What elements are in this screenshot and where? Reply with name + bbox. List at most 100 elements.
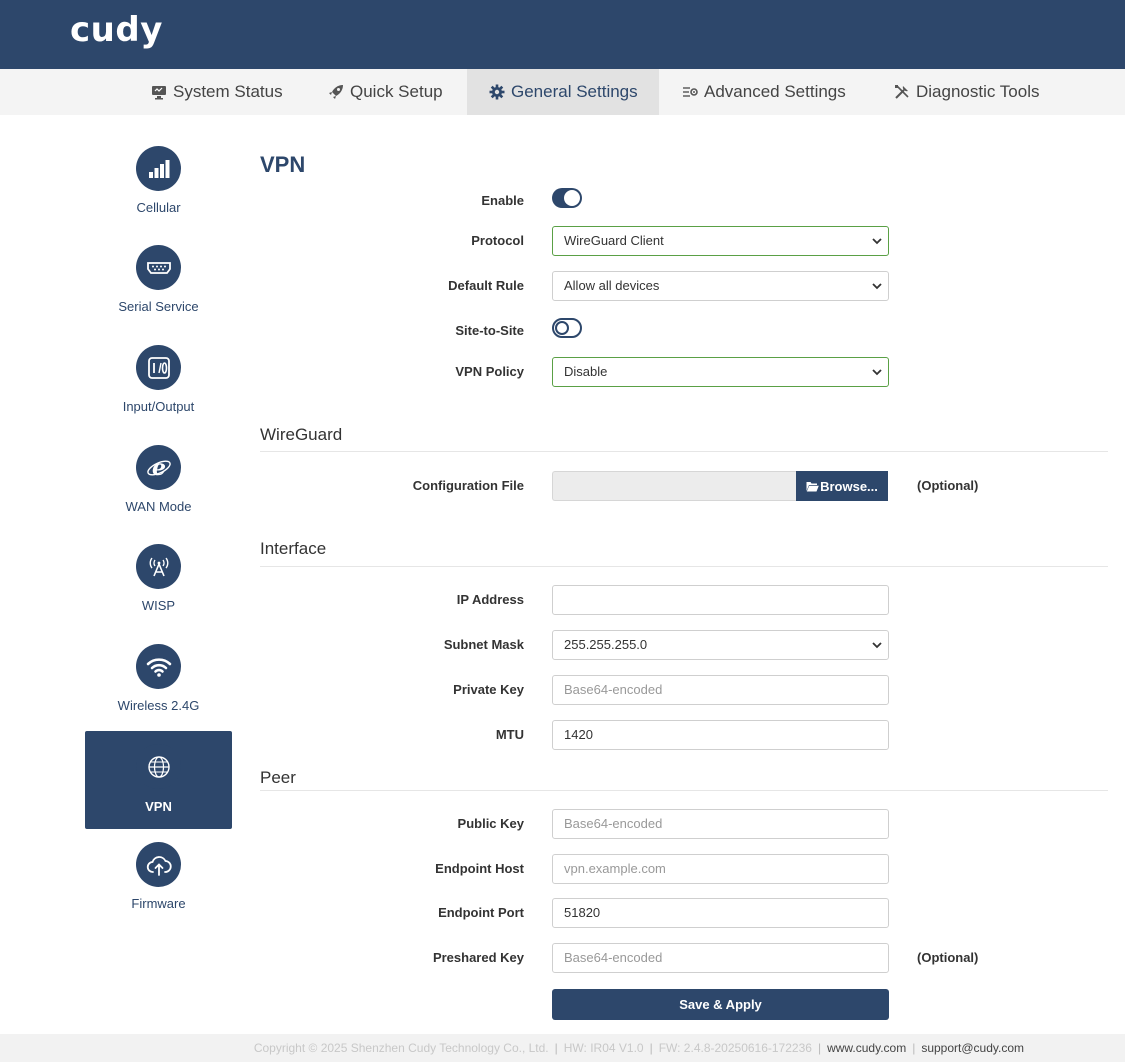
vpn-policy-value: Disable <box>564 364 608 379</box>
footer-separator: | <box>912 1041 916 1055</box>
chevron-down-icon <box>872 238 882 245</box>
sidebar-item-input-output[interactable]: Input/Output <box>85 331 232 429</box>
footer-email-link[interactable]: support@cudy.com <box>921 1041 1024 1055</box>
divider <box>260 451 1108 452</box>
nav-label: Diagnostic Tools <box>916 82 1040 101</box>
default-rule-label: Default Rule <box>448 278 524 293</box>
sidebar-item-label: Firmware <box>131 896 186 911</box>
nav-label: System Status <box>173 82 283 101</box>
mtu-input[interactable]: 1420 <box>552 720 889 750</box>
sidebar-item-label: Serial Service <box>118 299 199 314</box>
ip-address-input[interactable] <box>552 585 889 615</box>
protocol-select[interactable]: WireGuard Client <box>552 226 889 256</box>
endpoint-host-label: Endpoint Host <box>435 861 524 876</box>
footer-separator: | <box>817 1041 822 1055</box>
nav-advanced-settings[interactable]: Advanced Settings <box>668 69 860 115</box>
config-file-label: Configuration File <box>412 478 524 493</box>
chevron-down-icon <box>872 642 882 649</box>
signal-bars-icon <box>136 146 181 191</box>
sidebar-item-serial-service[interactable]: Serial Service <box>85 231 232 329</box>
protocol-value: WireGuard Client <box>564 233 664 248</box>
endpoint-host-input[interactable]: vpn.example.com <box>552 854 889 884</box>
footer-website-link[interactable]: www.cudy.com <box>827 1041 906 1055</box>
io-icon <box>136 345 181 390</box>
footer-separator: | <box>649 1041 653 1055</box>
preshared-key-input[interactable]: Base64-encoded <box>552 943 889 973</box>
nav-diagnostic-tools[interactable]: Diagnostic Tools <box>880 69 1053 115</box>
protocol-label: Protocol <box>471 233 524 248</box>
sidebar-item-label: Wireless 2.4G <box>117 698 200 713</box>
config-file-field[interactable] <box>552 471 796 501</box>
footer-copyright: Copyright © 2025 Shenzhen Cudy Technolog… <box>253 1041 549 1055</box>
sidebar-item-vpn[interactable]: VPN <box>85 731 232 829</box>
nav-quick-setup[interactable]: Quick Setup <box>314 69 457 115</box>
nav-label: Advanced Settings <box>704 82 846 101</box>
interface-section-title: Interface <box>260 539 327 558</box>
site-to-site-toggle[interactable] <box>552 318 582 338</box>
subnet-mask-label: Subnet Mask <box>443 637 524 652</box>
sliders-gear-icon <box>682 84 698 100</box>
sidebar-item-cellular[interactable]: Cellular <box>85 132 232 230</box>
private-key-input[interactable]: Base64-encoded <box>552 675 889 705</box>
divider <box>260 566 1108 567</box>
footer-separator: | <box>554 1041 558 1055</box>
sidebar-item-wan-mode[interactable]: e WAN Mode <box>85 431 232 529</box>
sidebar-item-label: Cellular <box>136 200 181 215</box>
divider <box>260 790 1108 791</box>
browse-label: Browse... <box>820 478 878 494</box>
default-rule-value: Allow all devices <box>564 278 660 293</box>
sidebar-item-label: WISP <box>141 598 176 613</box>
site-to-site-label: Site-to-Site <box>455 323 524 338</box>
subnet-mask-select[interactable]: 255.255.255.0 <box>552 630 889 660</box>
config-file-optional-note: (Optional) <box>917 478 979 493</box>
enable-toggle[interactable] <box>552 188 582 208</box>
internet-e-icon: e <box>136 445 181 490</box>
monitor-icon <box>151 84 167 100</box>
cudy-logo[interactable]: cudy <box>70 10 163 50</box>
browse-button[interactable]: Browse... <box>796 471 888 501</box>
sidebar-item-label: Input/Output <box>122 399 195 414</box>
mtu-label: MTU <box>495 727 524 742</box>
sidebar-item-firmware[interactable]: Firmware <box>85 828 232 926</box>
tools-icon <box>894 84 910 100</box>
vpn-policy-label: VPN Policy <box>455 364 524 379</box>
preshared-key-label: Preshared Key <box>432 950 524 965</box>
sidebar-item-wisp[interactable]: WISP <box>85 530 232 628</box>
nav-label: Quick Setup <box>350 82 443 101</box>
globe-icon <box>136 744 181 789</box>
cloud-upload-icon <box>136 842 181 887</box>
footer-hw: HW: IR04 V1.0 <box>563 1041 644 1055</box>
sidebar-item-label: VPN <box>145 799 172 814</box>
wireguard-section-title: WireGuard <box>260 425 343 444</box>
nav-general-settings[interactable]: General Settings <box>467 69 659 115</box>
endpoint-port-input[interactable]: 51820 <box>552 898 889 928</box>
public-key-input[interactable]: Base64-encoded <box>552 809 889 839</box>
public-key-label: Public Key <box>457 816 524 831</box>
top-header: cudy <box>0 0 1125 69</box>
nav-system-status[interactable]: System Status <box>137 69 297 115</box>
private-key-label: Private Key <box>453 682 524 697</box>
footer: Copyright © 2025 Shenzhen Cudy Technolog… <box>0 1034 1125 1062</box>
chevron-down-icon <box>872 369 882 376</box>
svg-text:e: e <box>152 455 166 481</box>
sidebar-item-wireless-24g[interactable]: Wireless 2.4G <box>85 630 232 728</box>
preshared-key-optional-note: (Optional) <box>917 950 979 965</box>
default-rule-select[interactable]: Allow all devices <box>552 271 889 301</box>
endpoint-port-label: Endpoint Port <box>438 905 524 920</box>
serial-port-icon <box>136 245 181 290</box>
vpn-policy-select[interactable]: Disable <box>552 357 889 387</box>
save-apply-button[interactable]: Save & Apply <box>552 989 889 1020</box>
folder-open-icon <box>806 481 819 491</box>
chevron-down-icon <box>872 283 882 290</box>
subnet-mask-value: 255.255.255.0 <box>564 637 648 652</box>
ip-address-label: IP Address <box>456 592 524 607</box>
antenna-icon <box>136 544 181 589</box>
peer-section-title: Peer <box>260 768 296 787</box>
main-nav: System Status Quick Setup General Settin… <box>0 69 1125 115</box>
page-title: VPN <box>260 152 306 177</box>
wifi-icon <box>136 644 181 689</box>
footer-fw: FW: 2.4.8-20250616-172236 <box>658 1041 812 1055</box>
nav-label: General Settings <box>511 82 638 101</box>
gear-icon <box>489 84 505 100</box>
rocket-icon <box>328 84 344 100</box>
